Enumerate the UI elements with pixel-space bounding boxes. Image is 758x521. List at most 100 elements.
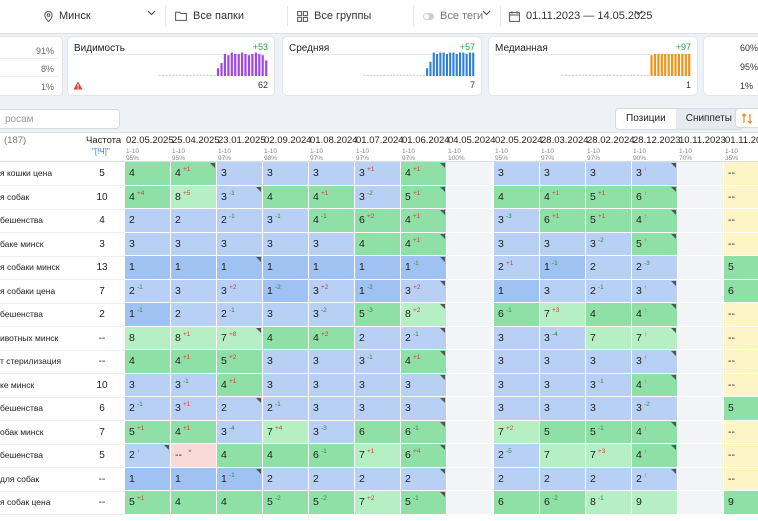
position-cell[interactable]: 5 [540,420,586,444]
position-cell[interactable]: -- [724,185,758,209]
position-cell[interactable]: 5 -1 [401,491,447,515]
position-cell[interactable]: 3 [125,373,171,397]
position-cell[interactable]: 2 [401,467,447,491]
position-cell[interactable]: 1 -2 [263,279,309,303]
position-cell[interactable]: 3 +2 [401,279,447,303]
position-cell[interactable] [447,444,493,468]
position-cell[interactable] [678,397,724,421]
position-cell[interactable]: 3 +1 [171,397,217,421]
position-cell[interactable]: 7 [540,444,586,468]
position-cell[interactable]: 8 -1 [586,491,632,515]
position-cell[interactable]: 3 [263,162,309,186]
position-cell[interactable]: 2 [586,256,632,280]
position-cell[interactable] [447,491,493,515]
position-cell[interactable] [447,185,493,209]
position-cell[interactable] [678,303,724,327]
position-cell[interactable]: 2 [309,467,355,491]
position-cell[interactable]: 5 +2 [217,350,263,374]
date-column-header[interactable]: 01.06.2024 [402,135,450,146]
position-cell[interactable]: 1 -1 [125,303,171,327]
position-cell[interactable]: 1 [217,256,263,280]
position-cell[interactable]: 9 [724,491,758,515]
position-cell[interactable]: 3 -1 [171,373,217,397]
position-cell[interactable]: 1 [494,279,540,303]
position-cell[interactable]: 4 [494,185,540,209]
position-cell[interactable]: 7 +1 [355,444,401,468]
position-cell[interactable]: 5 -2 [309,491,355,515]
keyword-cell[interactable]: я кошки цена [0,168,52,178]
position-cell[interactable]: 3 -4 [540,326,586,350]
keyword-cell[interactable]: обак минск [0,427,43,437]
position-cell[interactable] [678,350,724,374]
position-cell[interactable]: 6 +1 [540,209,586,233]
position-cell[interactable]: 3 [263,303,309,327]
position-cell[interactable]: 3 [540,232,586,256]
position-cell[interactable]: 4 [586,303,632,327]
position-cell[interactable] [447,232,493,256]
position-cell[interactable]: 4 [125,162,171,186]
position-cell[interactable]: 4 [125,350,171,374]
position-cell[interactable]: 3 [125,232,171,256]
position-cell[interactable]: -- [724,209,758,233]
date-column-header[interactable]: 01.07.2024 [356,135,404,146]
position-cell[interactable]: 4 +1 [171,350,217,374]
keyword-cell[interactable]: я собак цена [0,497,50,507]
position-cell[interactable]: 3 [494,326,540,350]
position-cell[interactable] [678,279,724,303]
position-cell[interactable]: 2 +1 [494,256,540,280]
average-card[interactable]: Средняя +57 7 [283,37,481,95]
position-cell[interactable]: 5 -2 [263,491,309,515]
keyword-cell[interactable]: ивотных минск [0,333,58,343]
position-cell[interactable] [447,397,493,421]
position-cell[interactable]: 2 -1 [217,209,263,233]
chevron-down-icon[interactable] [634,10,643,16]
position-cell[interactable] [678,256,724,280]
position-cell[interactable]: 4 +1 [540,185,586,209]
position-cell[interactable]: -- [724,350,758,374]
position-cell[interactable]: 6 [494,491,540,515]
date-column-header[interactable]: 01.11.2023 [725,135,758,146]
keyword-cell[interactable]: я собаки цена [0,286,55,296]
position-cell[interactable]: 3 -1 [586,373,632,397]
position-cell[interactable]: 3 [586,350,632,374]
position-cell[interactable]: 1 [125,467,171,491]
position-cell[interactable] [447,209,493,233]
position-cell[interactable]: 6 -2 [540,491,586,515]
position-cell[interactable]: 2 -1 [125,397,171,421]
position-cell[interactable]: 4 [263,326,309,350]
position-cell[interactable]: 4 [217,444,263,468]
position-cell[interactable]: 3 [540,162,586,186]
position-cell[interactable]: 1 [355,256,401,280]
position-cell[interactable]: 2 [586,467,632,491]
position-cell[interactable] [678,162,724,186]
position-cell[interactable] [447,326,493,350]
position-cell[interactable]: 2 -1 [263,397,309,421]
keyword-cell[interactable]: для собак [0,474,39,484]
position-cell[interactable]: -- [724,420,758,444]
position-cell[interactable] [447,350,493,374]
position-cell[interactable]: 5 -3 [355,303,401,327]
position-cell[interactable]: 3 [494,397,540,421]
position-cell[interactable]: 3 [263,373,309,397]
keyword-cell[interactable]: бакe минск [0,239,43,249]
position-cell[interactable]: 2 -5 [494,444,540,468]
position-cell[interactable] [678,232,724,256]
position-cell[interactable]: 6 +4 [401,444,447,468]
position-cell[interactable]: 3 -2 [309,303,355,327]
position-cell[interactable]: 3 [494,162,540,186]
position-cell[interactable]: 5 +1 [125,420,171,444]
position-cell[interactable]: 2 [355,326,401,350]
position-cell[interactable]: 2 [125,209,171,233]
position-cell[interactable]: 3 +1 [355,162,401,186]
position-cell[interactable]: 4 ↑ [632,303,678,327]
position-cell[interactable]: 3 ↑ [632,162,678,186]
position-cell[interactable] [447,162,493,186]
position-cell[interactable]: 3 [355,373,401,397]
position-cell[interactable]: 7 [586,326,632,350]
position-cell[interactable]: 6 ↑ [632,185,678,209]
position-cell[interactable]: 4 +1 [401,350,447,374]
date-column-header[interactable]: 25.04.2025 [172,135,220,146]
position-cell[interactable] [678,444,724,468]
keyword-cell[interactable]: ке минск [0,380,34,390]
position-cell[interactable]: 5 +1 [125,491,171,515]
